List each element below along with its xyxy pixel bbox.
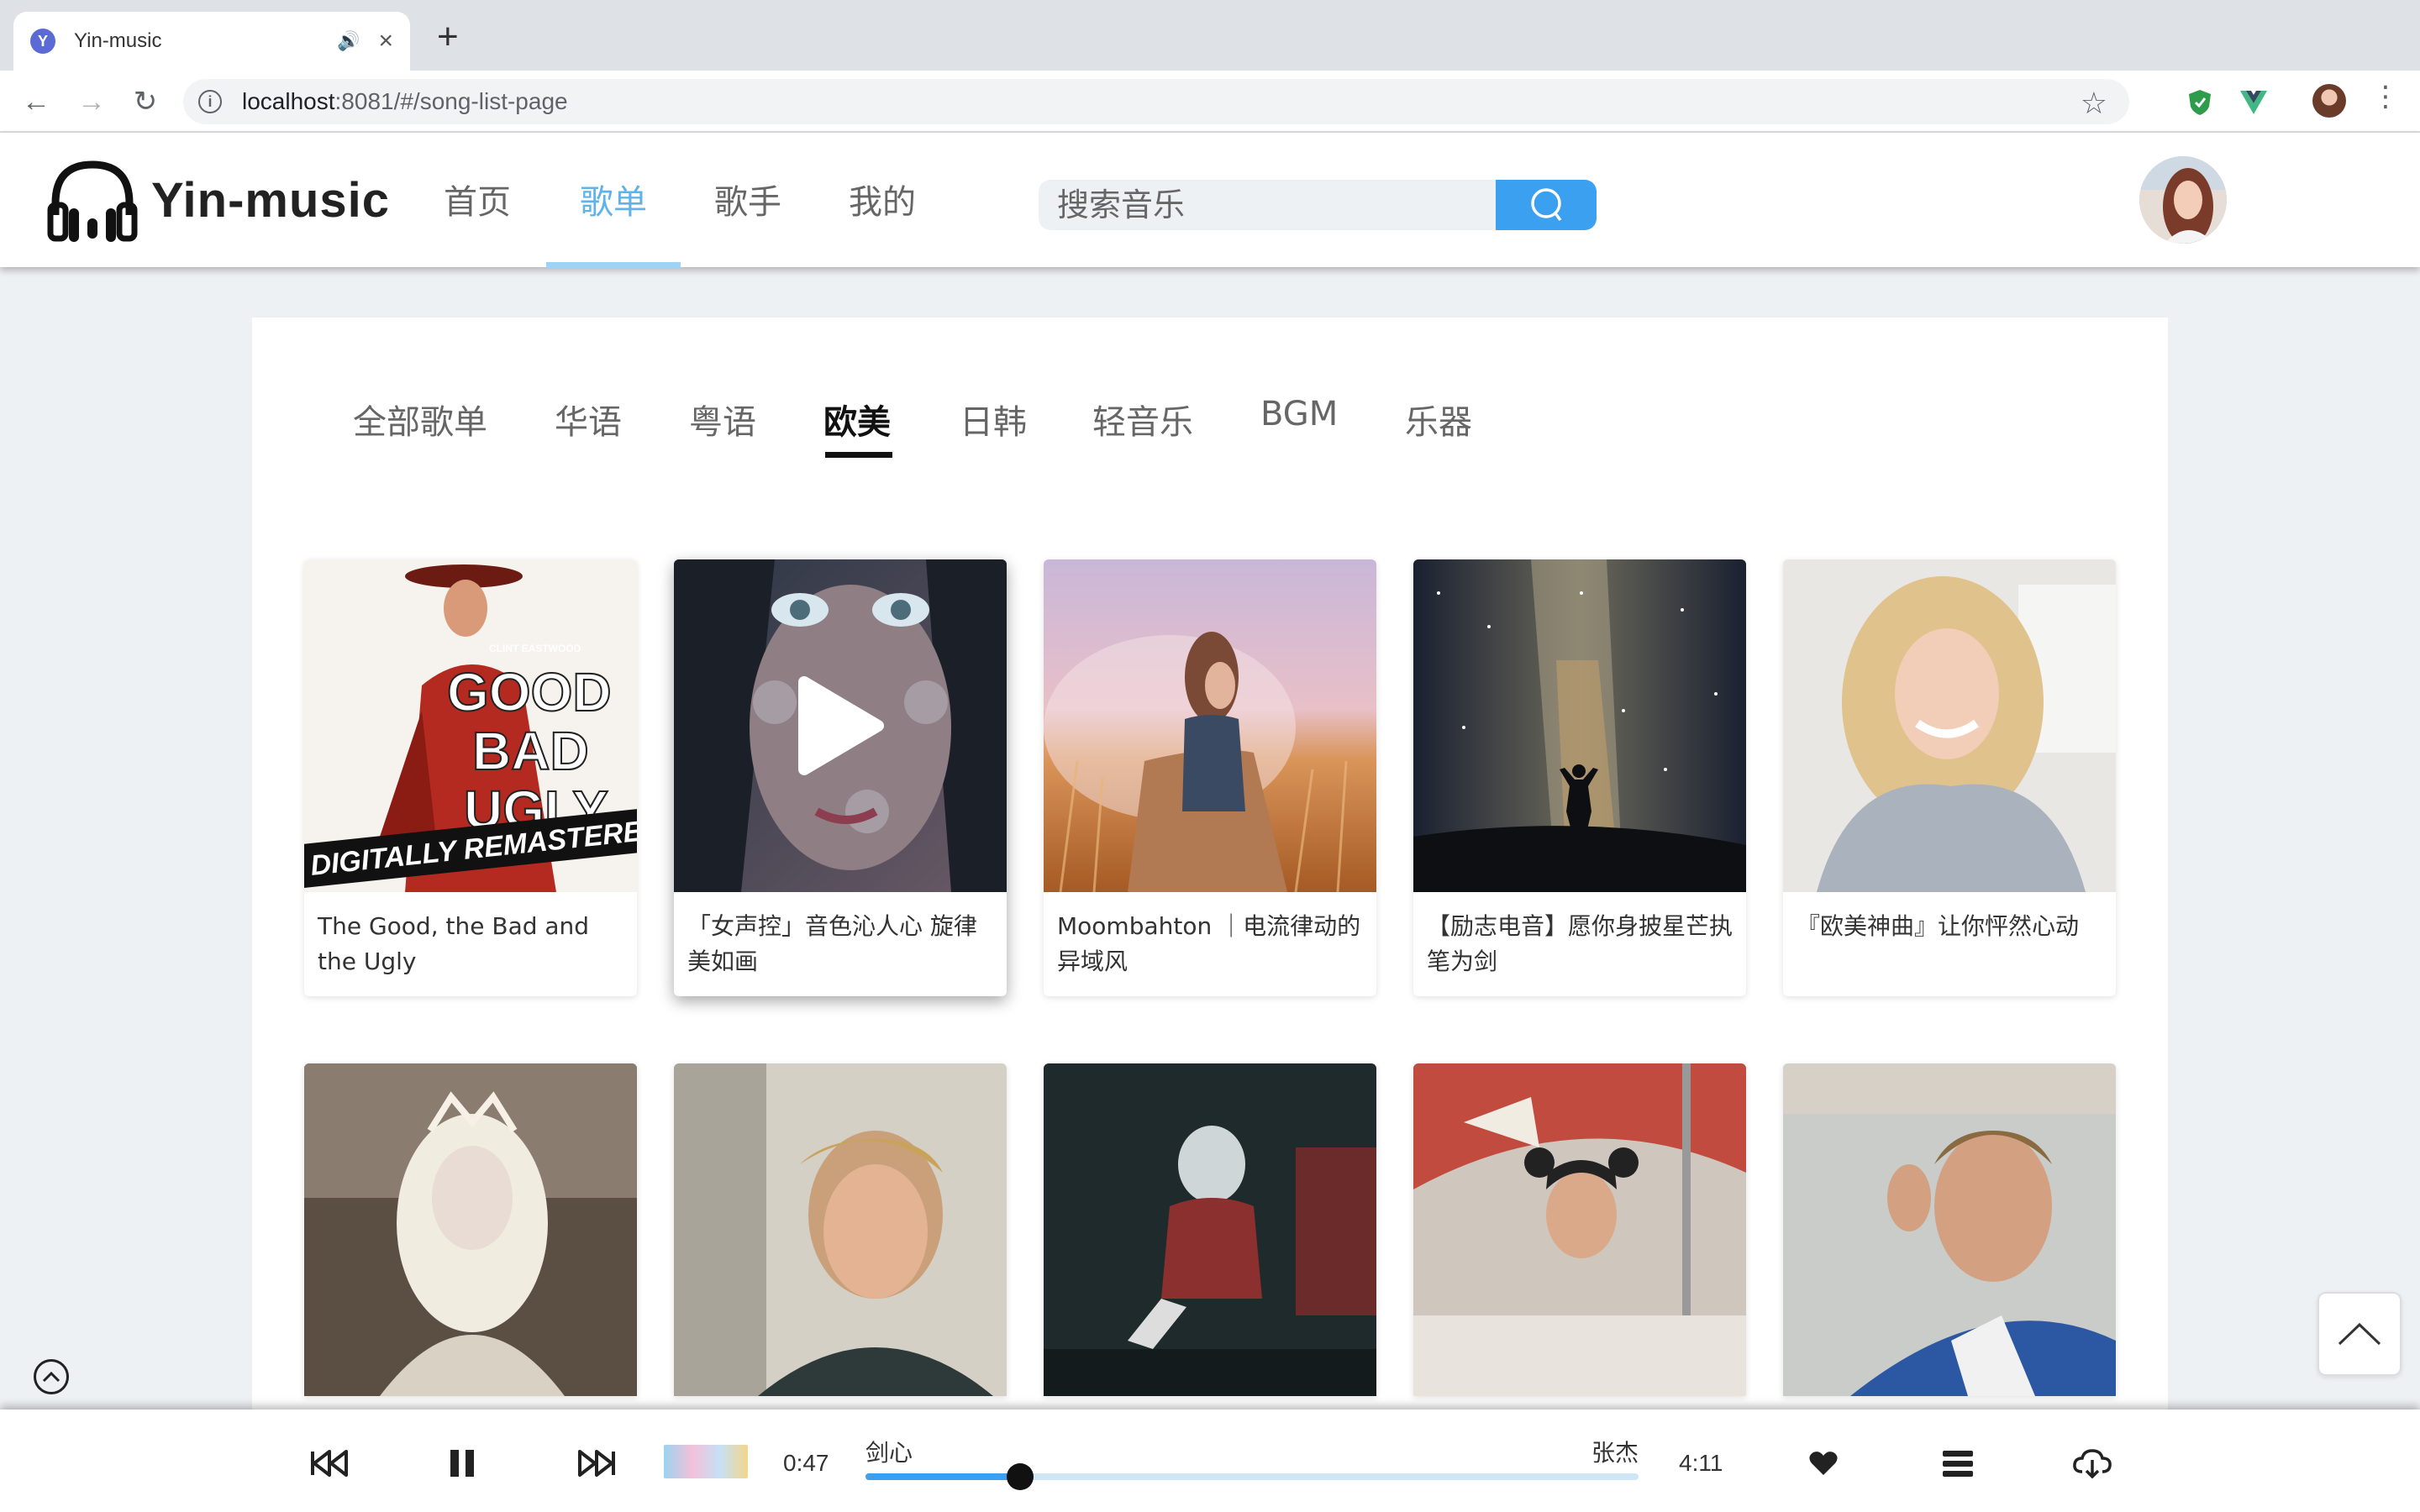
nav-mine[interactable]: 我的 bbox=[849, 175, 916, 223]
tab-chinese[interactable]: 华语 bbox=[555, 395, 622, 444]
cover-title: GOOD BAD UGLY bbox=[446, 661, 613, 841]
browser-tabbar: Y Yin-music 🔊 × + bbox=[0, 0, 2420, 71]
app-header: Yin-music 首页 歌单 歌手 我的 bbox=[0, 133, 2420, 269]
nav-active-indicator bbox=[546, 262, 681, 269]
user-avatar[interactable] bbox=[2139, 156, 2227, 244]
tab-japanese-korean[interactable]: 日韩 bbox=[960, 395, 1027, 444]
playlist-cover bbox=[674, 1063, 1007, 1396]
collapse-player-button[interactable] bbox=[34, 1359, 69, 1394]
tab-western[interactable]: 欧美 bbox=[823, 395, 891, 444]
search-box bbox=[1039, 180, 1597, 230]
pause-button[interactable] bbox=[439, 1440, 486, 1487]
list-icon bbox=[1943, 1451, 1973, 1477]
headphones-icon bbox=[47, 160, 138, 242]
svg-text:GOOD: GOOD bbox=[447, 662, 612, 722]
tab-all[interactable]: 全部歌单 bbox=[353, 395, 487, 444]
singer-name: 张杰 bbox=[1591, 1439, 1639, 1467]
playlist-card[interactable]: CLINT EASTWOOD GOOD BAD UGLY DIGITALLY R… bbox=[304, 559, 637, 996]
back-to-top-button[interactable] bbox=[2317, 1292, 2402, 1376]
browser-toolbar: ← → ↻ i localhost:8081/#/song-list-page … bbox=[0, 71, 2420, 133]
logo[interactable]: Yin-music bbox=[47, 156, 390, 244]
search-input[interactable] bbox=[1039, 180, 1496, 230]
cover-top-text: CLINT EASTWOOD bbox=[489, 643, 581, 654]
playlist-cover bbox=[1413, 1063, 1746, 1396]
playlist-card[interactable] bbox=[1044, 1063, 1376, 1396]
playlist-card[interactable]: 『欧美神曲』让你怦然心动 bbox=[1783, 559, 2116, 996]
playlist-cover bbox=[1044, 559, 1376, 892]
nav-playlists[interactable]: 歌单 bbox=[580, 175, 647, 223]
speaker-icon[interactable]: 🔊 bbox=[337, 30, 360, 52]
playlist-card[interactable]: Moombahton ｜电流律动的异域风 bbox=[1044, 559, 1376, 996]
player-bar: 0:47 剑心 张杰 4:11 bbox=[0, 1410, 2420, 1512]
tab-cantonese[interactable]: 粤语 bbox=[689, 395, 756, 444]
playlist-card[interactable] bbox=[1783, 1063, 2116, 1396]
tab-bgm[interactable]: BGM bbox=[1260, 395, 1338, 433]
nav-home[interactable]: 首页 bbox=[444, 175, 511, 223]
progress-handle[interactable] bbox=[1007, 1463, 1034, 1490]
url-text: localhost:8081/#/song-list-page bbox=[242, 88, 568, 114]
tab-light-music[interactable]: 轻音乐 bbox=[1092, 395, 1193, 444]
favicon-icon: Y bbox=[30, 29, 55, 54]
playlist-cover bbox=[674, 559, 1007, 892]
playlist-title: 【励志电音】愿你身披星芒执笔为剑 bbox=[1427, 912, 1733, 975]
playlist-cover bbox=[1783, 1063, 2116, 1396]
playlist-card[interactable] bbox=[674, 1063, 1007, 1396]
playlist-card[interactable] bbox=[1413, 1063, 1746, 1396]
cloud-download-icon bbox=[2073, 1449, 2112, 1478]
new-tab-icon[interactable]: + bbox=[437, 18, 459, 55]
chevron-up-icon bbox=[42, 1371, 60, 1383]
category-active-indicator bbox=[825, 452, 892, 458]
playlist-cover bbox=[304, 1063, 637, 1396]
playlist-cover: CLINT EASTWOOD GOOD BAD UGLY DIGITALLY R… bbox=[304, 559, 637, 892]
rewind-icon bbox=[311, 1450, 348, 1477]
playlist-card[interactable]: 「女声控」音色沁人心 旋律美如画 bbox=[674, 559, 1007, 996]
nav-singers[interactable]: 歌手 bbox=[714, 175, 781, 223]
heart-icon bbox=[1809, 1452, 1838, 1475]
address-bar[interactable]: i localhost:8081/#/song-list-page ☆ bbox=[183, 79, 2129, 124]
search-icon bbox=[1531, 188, 1562, 222]
close-tab-icon[interactable]: × bbox=[378, 29, 393, 54]
play-icon[interactable] bbox=[674, 559, 1007, 892]
profile-avatar-icon[interactable] bbox=[2312, 84, 2346, 118]
reload-icon[interactable]: ↻ bbox=[126, 82, 165, 121]
current-time: 0:47 bbox=[783, 1450, 829, 1476]
download-button[interactable] bbox=[2069, 1440, 2116, 1487]
vue-devtools-icon[interactable] bbox=[2237, 86, 2270, 119]
pause-icon bbox=[450, 1450, 474, 1477]
svg-text:BAD: BAD bbox=[472, 721, 589, 781]
logo-text: Yin-music bbox=[151, 172, 391, 228]
search-button[interactable] bbox=[1496, 180, 1597, 230]
browser-tab[interactable]: Y Yin-music 🔊 × bbox=[13, 12, 410, 71]
playlist-cover bbox=[1413, 559, 1746, 892]
playlist-title: Moombahton ｜电流律动的异域风 bbox=[1057, 912, 1361, 975]
progress-fill bbox=[865, 1473, 1020, 1480]
playlist-title: 「女声控」音色沁人心 旋律美如画 bbox=[687, 912, 977, 975]
next-button[interactable] bbox=[573, 1440, 620, 1487]
chevron-up-icon bbox=[2338, 1322, 2381, 1346]
tab-instruments[interactable]: 乐器 bbox=[1405, 395, 1472, 444]
tab-title: Yin-music bbox=[74, 29, 162, 52]
playlist-title: The Good, the Bad and the Ugly bbox=[318, 912, 590, 975]
duration: 4:11 bbox=[1679, 1450, 1723, 1476]
playlist-card[interactable]: 【励志电音】愿你身披星芒执笔为剑 bbox=[1413, 559, 1746, 996]
bookmark-star-icon[interactable]: ☆ bbox=[2081, 86, 2107, 121]
fast-forward-icon bbox=[578, 1450, 615, 1477]
previous-button[interactable] bbox=[306, 1440, 353, 1487]
back-icon[interactable]: ← bbox=[17, 82, 55, 121]
now-playing-cover[interactable] bbox=[664, 1445, 748, 1478]
playlist-title: 『欧美神曲』让你怦然心动 bbox=[1797, 912, 2080, 940]
info-icon[interactable]: i bbox=[198, 90, 222, 113]
progress-bar[interactable] bbox=[865, 1463, 1639, 1490]
song-title: 剑心 bbox=[865, 1439, 913, 1467]
shield-extension-icon[interactable] bbox=[2183, 86, 2217, 119]
playlist-cover bbox=[1783, 559, 2116, 892]
playlist-card[interactable] bbox=[304, 1063, 637, 1396]
like-button[interactable] bbox=[1800, 1440, 1847, 1487]
forward-icon[interactable]: → bbox=[72, 82, 111, 121]
menu-icon[interactable]: ⋮ bbox=[2371, 82, 2400, 111]
playlist-cover bbox=[1044, 1063, 1376, 1396]
playlist-button[interactable] bbox=[1934, 1440, 1981, 1487]
